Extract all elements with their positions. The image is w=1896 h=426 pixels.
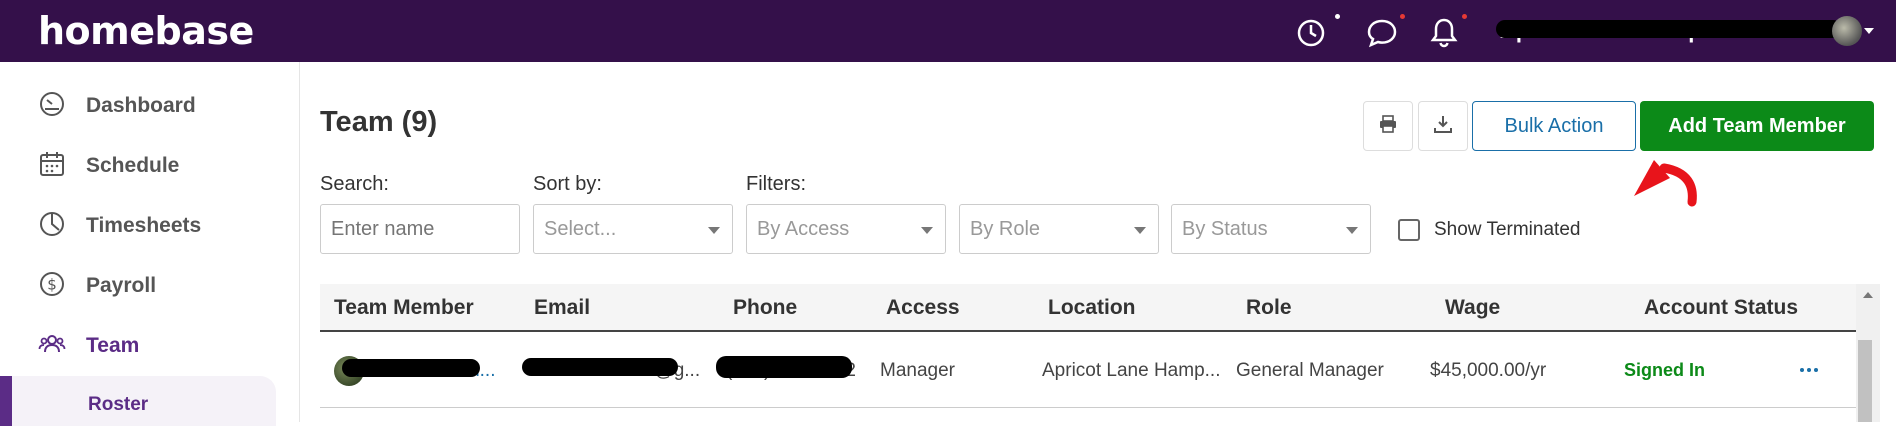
sort-label: Sort by: <box>533 173 602 195</box>
chevron-down-icon <box>708 227 720 234</box>
redaction-mark <box>716 356 852 378</box>
sidebar-item-timesheets[interactable]: Timesheets <box>38 206 201 246</box>
column-header-account-status[interactable]: Account Status <box>1644 296 1798 320</box>
scrollbar-thumb[interactable] <box>1858 340 1872 422</box>
search-label: Search: <box>320 173 389 195</box>
access-cell: Manager <box>880 360 955 381</box>
chat-notification-dot <box>1400 14 1405 19</box>
filter-role-select[interactable]: By Role <box>959 204 1159 254</box>
column-header-access[interactable]: Access <box>886 296 960 320</box>
filter-role-value: By Role <box>970 217 1041 240</box>
clock-notification-dot <box>1335 14 1340 19</box>
print-button[interactable] <box>1363 101 1413 151</box>
column-header-phone[interactable]: Phone <box>733 296 797 320</box>
sidebar-item-schedule[interactable]: Schedule <box>38 146 179 186</box>
redaction-mark <box>1496 20 1842 38</box>
page-title: Team (9) <box>320 106 438 138</box>
column-header-role[interactable]: Role <box>1246 296 1292 320</box>
download-button[interactable] <box>1418 101 1468 151</box>
sidebar-item-payroll[interactable]: $ Payroll <box>38 266 156 306</box>
show-terminated-checkbox[interactable] <box>1398 219 1420 241</box>
dashboard-icon <box>38 90 66 123</box>
redaction-mark <box>522 358 678 376</box>
chevron-down-icon[interactable] <box>1864 28 1874 34</box>
print-icon <box>1378 114 1398 139</box>
row-divider <box>320 407 1860 408</box>
timesheet-icon <box>38 210 66 243</box>
redaction-mark <box>342 359 480 377</box>
team-icon <box>38 330 66 363</box>
sidebar-item-label: Team <box>86 334 140 357</box>
sidebar-item-team[interactable]: Team <box>38 326 139 366</box>
sort-select-value: Select... <box>544 217 617 240</box>
download-icon <box>1433 114 1453 139</box>
homebase-logo[interactable]: homebase <box>38 9 254 53</box>
sidebar-item-label: Dashboard <box>86 94 196 117</box>
bulk-action-button[interactable]: Bulk Action <box>1472 101 1636 151</box>
add-team-member-button[interactable]: Add Team Member <box>1640 101 1874 151</box>
show-terminated-label: Show Terminated <box>1434 219 1581 240</box>
filter-access-value: By Access <box>757 217 850 240</box>
svg-text:$: $ <box>47 275 57 293</box>
annotation-arrow-icon <box>1626 148 1706 210</box>
chevron-down-icon <box>921 227 933 234</box>
filters-label: Filters: <box>746 173 806 195</box>
scroll-up-icon[interactable] <box>1863 292 1873 298</box>
sort-select[interactable]: Select... <box>533 204 733 254</box>
filter-access-select[interactable]: By Access <box>746 204 946 254</box>
sidebar-item-label: Timesheets <box>86 214 202 237</box>
column-header-location[interactable]: Location <box>1048 296 1136 320</box>
search-input[interactable] <box>320 204 520 254</box>
sidebar-item-label: Schedule <box>86 154 180 177</box>
wage-cell: $45,000.00/yr <box>1430 360 1547 381</box>
dollar-icon: $ <box>38 270 66 303</box>
column-header-team-member[interactable]: Team Member <box>334 296 474 320</box>
role-cell: General Manager <box>1236 360 1384 381</box>
location-cell: Apricot Lane Hamp... <box>1042 360 1221 381</box>
bell-notification-dot <box>1462 14 1467 19</box>
filter-status-value: By Status <box>1182 217 1268 240</box>
chat-icon[interactable] <box>1366 16 1398 48</box>
clock-icon[interactable] <box>1296 16 1328 48</box>
column-header-email[interactable]: Email <box>534 296 590 320</box>
bell-icon[interactable] <box>1428 16 1460 48</box>
filter-status-select[interactable]: By Status <box>1171 204 1371 254</box>
user-avatar[interactable] <box>1832 16 1862 46</box>
more-options-icon[interactable] <box>1800 368 1818 372</box>
column-header-wage[interactable]: Wage <box>1445 296 1500 320</box>
subnav-roster-label: Roster <box>88 394 149 415</box>
chevron-down-icon <box>1134 227 1146 234</box>
calendar-icon <box>38 150 66 183</box>
sidebar-item-label: Payroll <box>86 274 157 297</box>
subnav-active-indicator <box>0 376 12 426</box>
chevron-down-icon <box>1346 227 1358 234</box>
status-badge: Signed In <box>1624 360 1705 380</box>
sidebar-item-dashboard[interactable]: Dashboard <box>38 86 196 126</box>
